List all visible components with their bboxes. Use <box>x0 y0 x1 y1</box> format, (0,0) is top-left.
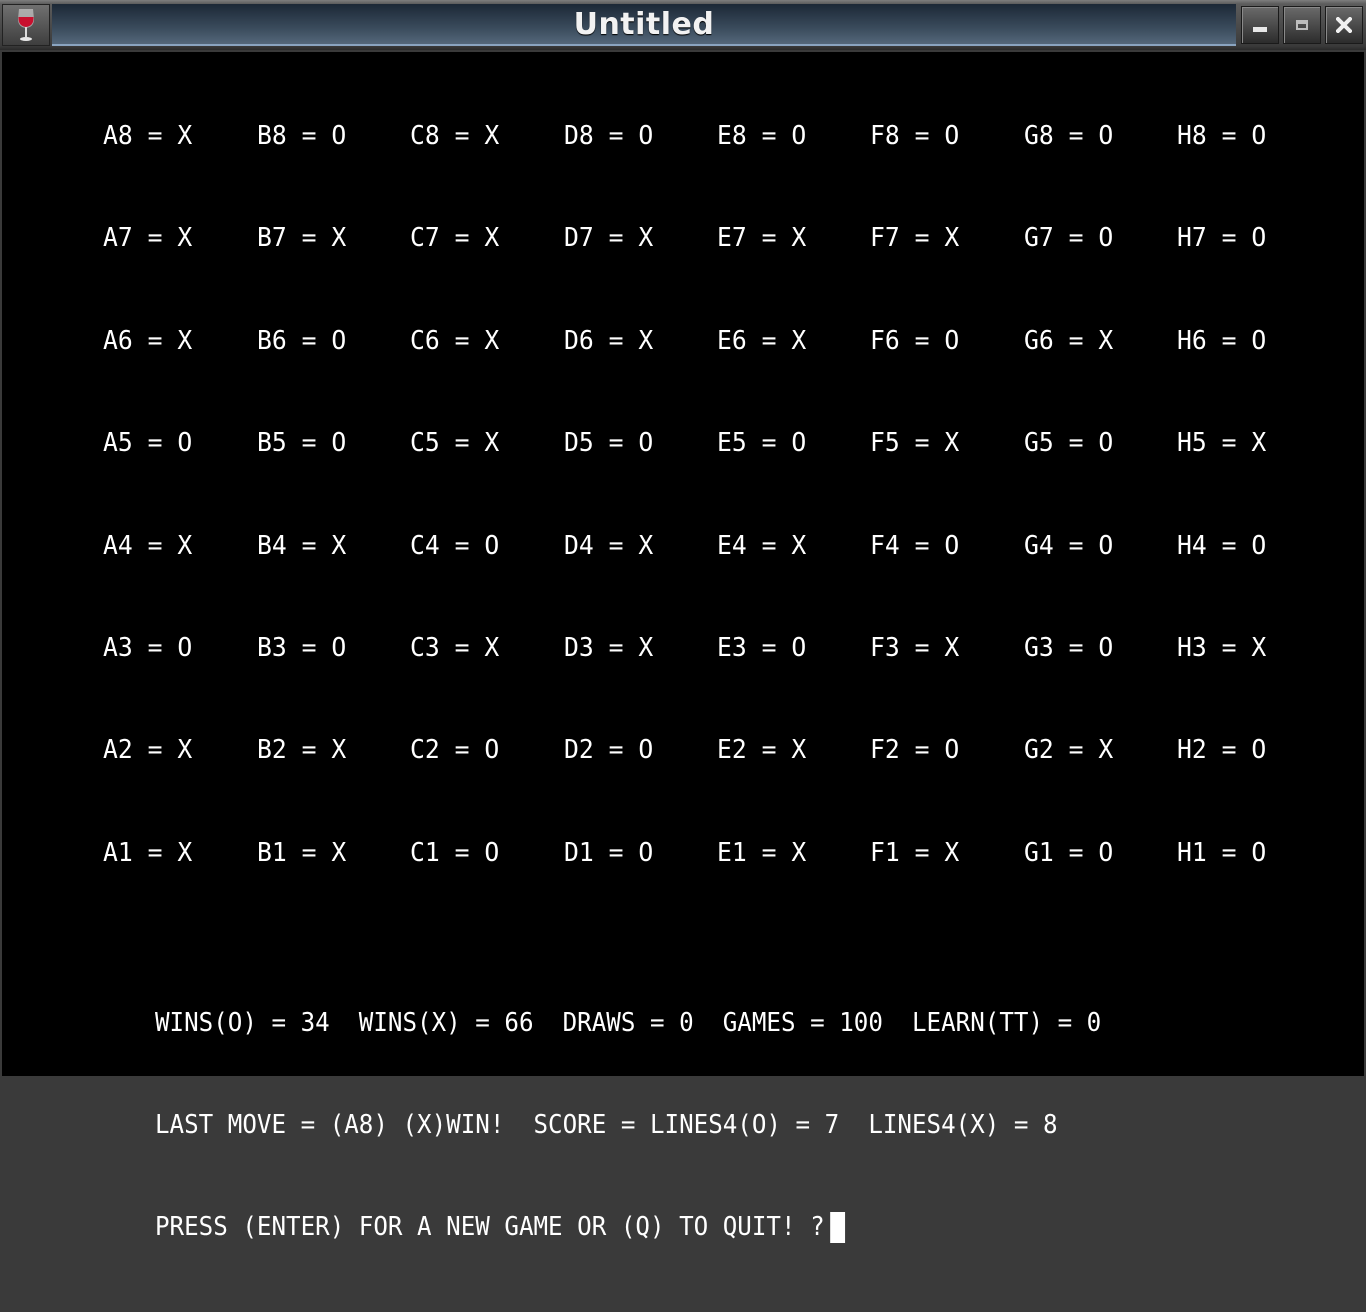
board-cell: D6 = X <box>564 326 654 356</box>
close-button[interactable] <box>1325 6 1363 44</box>
board-cell: H7 = O <box>1177 223 1267 253</box>
board-cell: H2 = O <box>1177 735 1267 765</box>
board-cell: G3 = O <box>1024 633 1114 663</box>
board-cell: E8 = O <box>717 121 807 151</box>
board-cell: B2 = X <box>257 735 347 765</box>
board-cell: B8 = O <box>257 121 347 151</box>
board-cell: G2 = X <box>1024 735 1114 765</box>
board-cell: F7 = X <box>870 223 960 253</box>
board-cell: F3 = X <box>870 633 960 663</box>
board-cell: D1 = O <box>564 838 654 868</box>
board-cell: D4 = X <box>564 531 654 561</box>
board-cell: H4 = O <box>1177 531 1267 561</box>
board-cell: C6 = X <box>410 326 500 356</box>
board-cell: B5 = O <box>257 428 347 458</box>
board-cell: A7 = X <box>103 223 193 253</box>
board-cell: F6 = O <box>870 326 960 356</box>
board-cell: H8 = O <box>1177 121 1267 151</box>
board-cell: H3 = X <box>1177 633 1267 663</box>
board-cell: B4 = X <box>257 531 347 561</box>
board-cell: F8 = O <box>870 121 960 151</box>
board-cell: E7 = X <box>717 223 807 253</box>
window-titlebar[interactable]: Untitled <box>0 0 1366 50</box>
board-cell: G4 = O <box>1024 531 1114 561</box>
board-cell: G1 = O <box>1024 838 1114 868</box>
board-cell: C7 = X <box>410 223 500 253</box>
board-cell: E5 = O <box>717 428 807 458</box>
board-cell: G5 = O <box>1024 428 1114 458</box>
last-move-line: LAST MOVE = (A8) (X)WIN! SCORE = LINES4(… <box>155 1108 1101 1142</box>
board-cell: F1 = X <box>870 838 960 868</box>
board-cell: F5 = X <box>870 428 960 458</box>
board-cell: A8 = X <box>103 121 193 151</box>
board-cell: H1 = O <box>1177 838 1267 868</box>
status-panel: WINS(O) = 34 WINS(X) = 66 DRAWS = 0 GAME… <box>155 938 1101 1312</box>
board-cell: C8 = X <box>410 121 500 151</box>
board-cell: E6 = X <box>717 326 807 356</box>
board-cell: H5 = X <box>1177 428 1267 458</box>
close-icon <box>1336 17 1352 33</box>
board-cell: C1 = O <box>410 838 500 868</box>
board-cell: F4 = O <box>870 531 960 561</box>
window-menu-button[interactable] <box>2 4 50 46</box>
board-cell: D8 = O <box>564 121 654 151</box>
board-cell: B1 = X <box>257 838 347 868</box>
board-cell: H6 = O <box>1177 326 1267 356</box>
window-title: Untitled <box>573 6 715 42</box>
board-cell: B6 = O <box>257 326 347 356</box>
board-cell: D5 = O <box>564 428 654 458</box>
board-cell: B3 = O <box>257 633 347 663</box>
board-cell: C3 = X <box>410 633 500 663</box>
board-cell: C2 = O <box>410 735 500 765</box>
board-cell: C5 = X <box>410 428 500 458</box>
board-cell: G6 = X <box>1024 326 1114 356</box>
board-cell: D2 = O <box>564 735 654 765</box>
board-cell: E2 = X <box>717 735 807 765</box>
minimize-button[interactable] <box>1241 6 1279 44</box>
maximize-icon <box>1296 20 1308 30</box>
board-cell: B7 = X <box>257 223 347 253</box>
maximize-button[interactable] <box>1283 6 1321 44</box>
prompt-text: PRESS (ENTER) FOR A NEW GAME OR (Q) TO Q… <box>155 1212 825 1242</box>
board-cell: E1 = X <box>717 838 807 868</box>
title-area[interactable]: Untitled <box>52 4 1236 46</box>
last-move-text: LAST MOVE = (A8) (X)WIN! SCORE = LINES4(… <box>155 1110 1058 1140</box>
board-cell: A2 = X <box>103 735 193 765</box>
board-cell: C4 = O <box>410 531 500 561</box>
board-cell: G7 = O <box>1024 223 1114 253</box>
game-board: A8 = X B8 = O C8 = X D8 = O E8 = O F8 = O G8 =… <box>2 52 1364 1076</box>
text-cursor[interactable] <box>830 1211 846 1243</box>
board-cell: E4 = X <box>717 531 807 561</box>
board-cell: A4 = X <box>103 531 193 561</box>
prompt-line[interactable]: PRESS (ENTER) FOR A NEW GAME OR (Q) TO Q… <box>155 1210 1101 1244</box>
board-cell: E3 = O <box>717 633 807 663</box>
board-cell: D7 = X <box>564 223 654 253</box>
minimize-icon <box>1253 26 1267 32</box>
board-cell: F2 = O <box>870 735 960 765</box>
stats-line: WINS(O) = 34 WINS(X) = 66 DRAWS = 0 GAME… <box>155 1006 1101 1040</box>
board-cell: G8 = O <box>1024 121 1114 151</box>
board-cell: A1 = X <box>103 838 193 868</box>
console-area[interactable]: A8 = X B8 = O C8 = X D8 = O E8 = O F8 = O G8 =… <box>2 52 1364 1243</box>
board-cell: A5 = O <box>103 428 193 458</box>
wine-glass-icon <box>18 9 34 41</box>
stats-text: WINS(O) = 34 WINS(X) = 66 DRAWS = 0 GAME… <box>155 1008 1102 1038</box>
board-cell: D3 = X <box>564 633 654 663</box>
board-cell: A6 = X <box>103 326 193 356</box>
board-cell: A3 = O <box>103 633 193 663</box>
